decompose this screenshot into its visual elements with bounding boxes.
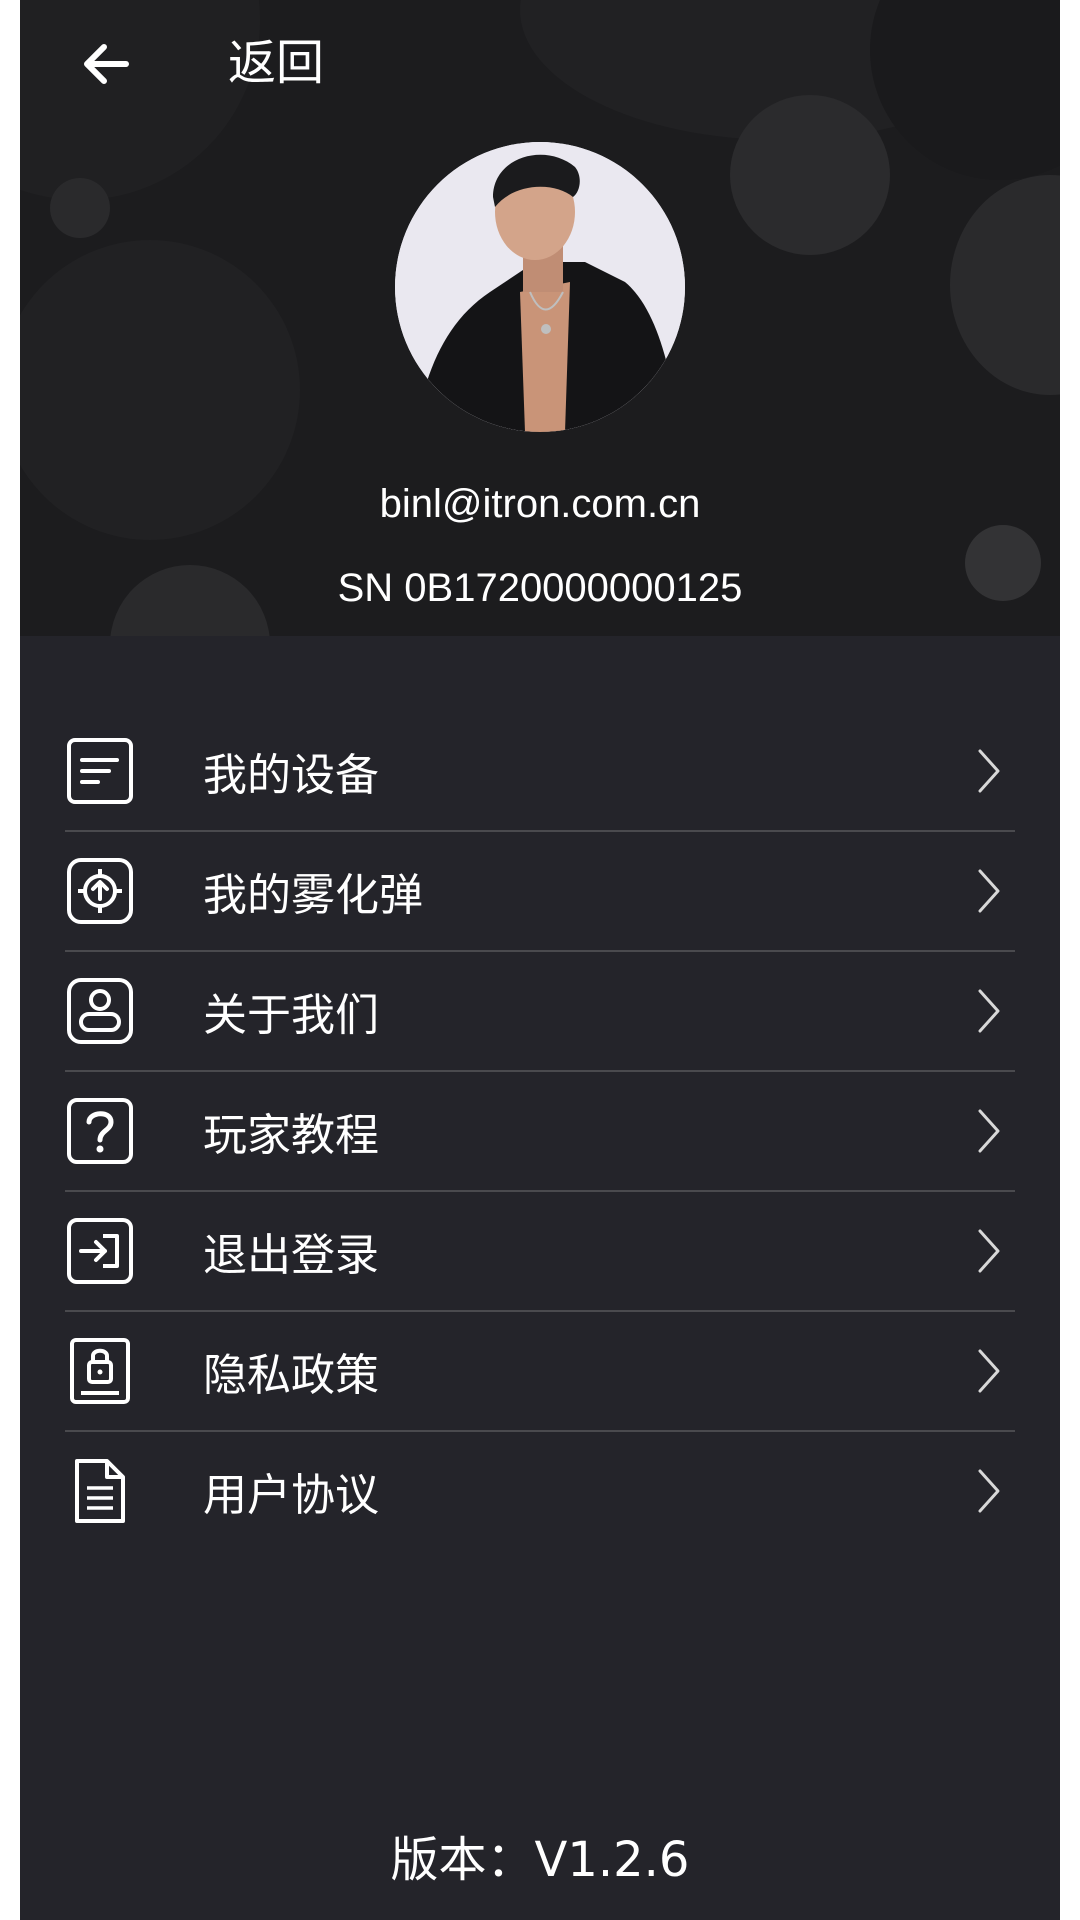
about-user-icon xyxy=(67,978,133,1044)
device-serial: SN 0B1720000000125 xyxy=(337,566,743,610)
menu-item-label: 关于我们 xyxy=(203,990,379,1041)
menu-item-label: 隐私政策 xyxy=(203,1350,379,1401)
menu-item-my-atomizer[interactable]: 我的雾化弹 xyxy=(65,832,1015,952)
avatar[interactable] xyxy=(395,142,685,432)
app-version: 版本：V1.2.6 xyxy=(390,1832,690,1888)
menu-item-label: 用户协议 xyxy=(203,1470,379,1521)
device-icon xyxy=(67,738,133,804)
menu-item-label: 玩家教程 xyxy=(203,1110,379,1161)
profile-header: 返回 binl@itron.com.cn SN 0B1720000000125 xyxy=(20,0,1060,636)
chevron-right-icon xyxy=(978,1109,1000,1153)
settings-menu: 我的设备 我的雾化弹 关于我们 玩家教程 退出登录 隐私政策 用户协议 xyxy=(65,712,1015,1550)
chevron-right-icon xyxy=(978,749,1000,793)
arrow-left-icon xyxy=(84,44,129,84)
help-question-icon xyxy=(67,1098,133,1164)
chevron-right-icon xyxy=(978,1229,1000,1273)
menu-item-privacy-policy[interactable]: 隐私政策 xyxy=(65,1312,1015,1432)
profile-screen: 返回 binl@itron.com.cn SN 0B1720000000125 xyxy=(20,0,1060,1920)
privacy-lock-icon xyxy=(70,1338,130,1404)
menu-item-logout[interactable]: 退出登录 xyxy=(65,1192,1015,1312)
menu-item-label: 我的设备 xyxy=(203,750,379,801)
menu-item-tutorial[interactable]: 玩家教程 xyxy=(65,1072,1015,1192)
chevron-right-icon xyxy=(978,869,1000,913)
menu-item-label: 退出登录 xyxy=(203,1230,379,1281)
chevron-right-icon xyxy=(978,1469,1000,1513)
avatar-photo xyxy=(395,142,685,432)
menu-item-label: 我的雾化弹 xyxy=(203,870,423,921)
logout-icon xyxy=(67,1218,133,1284)
user-email: binl@itron.com.cn xyxy=(379,482,701,526)
menu-item-my-device[interactable]: 我的设备 xyxy=(65,712,1015,832)
chevron-right-icon xyxy=(978,989,1000,1033)
menu-item-about-us[interactable]: 关于我们 xyxy=(65,952,1015,1072)
chevron-right-icon xyxy=(978,1349,1000,1393)
menu-item-user-agreement[interactable]: 用户协议 xyxy=(65,1432,1015,1550)
atomizer-chip-icon xyxy=(67,858,133,924)
document-icon xyxy=(75,1459,125,1523)
back-title[interactable]: 返回 xyxy=(228,30,324,96)
back-button[interactable] xyxy=(70,28,142,100)
